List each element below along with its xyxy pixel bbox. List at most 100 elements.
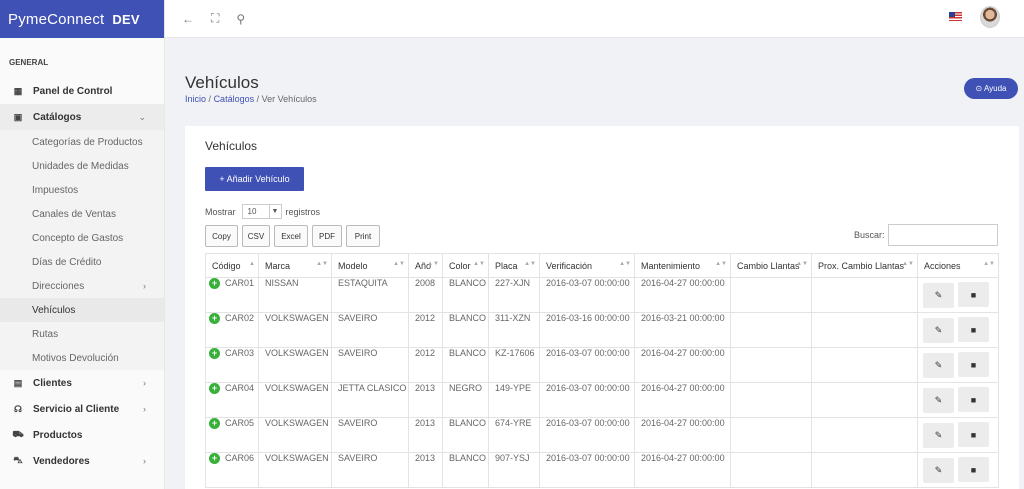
table-row[interactable]: + CAR03 VOLKSWAGEN SAVEIRO 2012 BLANCO KZ-1760… xyxy=(205,347,999,383)
expand-row-icon[interactable]: + xyxy=(209,313,220,325)
sidebar-subitem-vehiculos[interactable]: Vehículos xyxy=(0,298,164,322)
back-arrow-icon[interactable]: ← xyxy=(182,12,194,26)
table-cell: BLANCO xyxy=(442,277,489,313)
column-header[interactable]: Año ▲▼ xyxy=(408,253,443,278)
copy-button[interactable]: Copy xyxy=(205,225,238,247)
table-row[interactable]: + CAR01 NISSAN ESTAQUITA 2008 BLANCO 227-XJN 20… xyxy=(205,277,999,313)
actions-cell: ✎ ■ xyxy=(917,452,999,488)
cell-codigo: + CAR01 xyxy=(205,277,259,313)
trash-icon[interactable]: ■ xyxy=(958,317,989,343)
sidebar-item-catalogos[interactable]: ▣ Catálogos ⌄ xyxy=(0,104,164,130)
column-header[interactable]: Modelo ▲▼ xyxy=(331,253,409,278)
sort-icon: ▲ xyxy=(249,261,255,267)
column-header[interactable]: Prox. Cambio Llantas ▲▼ xyxy=(811,253,918,278)
search-input[interactable] xyxy=(888,224,998,246)
trash-icon[interactable]: ■ xyxy=(958,282,989,308)
cell-codigo: + CAR02 xyxy=(205,312,259,348)
sidebar-item-label: Catálogos xyxy=(33,111,82,123)
edit-icon[interactable]: ✎ xyxy=(923,282,954,308)
column-header[interactable]: Verificación ▲▼ xyxy=(539,253,635,278)
vehicles-card: Vehículos + Añadir Vehículo Mostrar 10 ▼… xyxy=(185,126,1019,489)
sidebar-subitem-direcciones[interactable]: Direcciones › xyxy=(0,274,164,298)
table-cell: SAVEIRO xyxy=(331,452,409,488)
table-row[interactable]: + CAR06 VOLKSWAGEN SAVEIRO 2013 BLANCO 907-YSJ… xyxy=(205,452,999,488)
table-cell xyxy=(730,277,812,313)
table-cell: 2013 xyxy=(408,452,443,488)
sidebar-subitem-rutas[interactable]: Rutas xyxy=(0,322,164,346)
table-row[interactable]: + CAR04 VOLKSWAGEN JETTA CLASICO 2013 NEGRO 14… xyxy=(205,382,999,418)
cell-text: CAR05 xyxy=(225,418,255,429)
search-icon[interactable]: ⚲ xyxy=(236,12,245,26)
table-cell: BLANCO xyxy=(442,417,489,453)
excel-button[interactable]: Excel xyxy=(274,225,308,247)
edit-icon[interactable]: ✎ xyxy=(923,422,954,448)
table-row[interactable]: + CAR05 VOLKSWAGEN SAVEIRO 2013 BLANCO 674-YRE… xyxy=(205,417,999,453)
vehicles-table: Código ▲ Marca ▲▼ Modelo ▲▼ Año ▲▼ Color ▲▼ P… xyxy=(205,253,999,488)
chevron-down-icon: ▼ xyxy=(268,205,281,218)
table-row[interactable]: + CAR02 VOLKSWAGEN SAVEIRO 2012 BLANCO 311-XZN… xyxy=(205,312,999,348)
column-header[interactable]: Acciones ▲▼ xyxy=(917,253,999,278)
trash-icon[interactable]: ■ xyxy=(958,352,989,378)
avatar[interactable] xyxy=(980,6,1000,28)
table-cell: 2016-04-27 00:00:00 xyxy=(634,347,731,383)
app-logo[interactable]: PymeConnect DEV xyxy=(0,0,164,38)
table-cell xyxy=(730,382,812,418)
expand-row-icon[interactable]: + xyxy=(209,348,220,360)
table-cell: VOLKSWAGEN xyxy=(258,312,332,348)
trash-icon[interactable]: ■ xyxy=(958,422,989,448)
column-header[interactable]: Marca ▲▼ xyxy=(258,253,332,278)
sidebar-subitem-motivos[interactable]: Motivos Devolución xyxy=(0,346,164,370)
table-cell: VOLKSWAGEN xyxy=(258,452,332,488)
print-button[interactable]: Print xyxy=(346,225,380,247)
expand-row-icon[interactable]: + xyxy=(209,418,220,430)
table-cell: JETTA CLASICO xyxy=(331,382,409,418)
table-cell: VOLKSWAGEN xyxy=(258,347,332,383)
column-header[interactable]: Color ▲▼ xyxy=(442,253,489,278)
table-cell xyxy=(730,452,812,488)
edit-icon[interactable]: ✎ xyxy=(923,387,954,413)
sidebar-subitem-unidades[interactable]: Unidades de Medidas xyxy=(0,154,164,178)
sidebar-item-productos[interactable]: ⛟ Productos xyxy=(0,422,164,448)
sidebar-item-panel-de-control[interactable]: ▦ Panel de Control xyxy=(0,78,164,104)
cell-codigo: + CAR03 xyxy=(205,347,259,383)
fullscreen-icon[interactable]: ⛶ xyxy=(211,11,219,26)
catalogos-submenu: Categorías de Productos Unidades de Medi… xyxy=(0,130,164,370)
sidebar-item-vendedores[interactable]: ⛍ Vendedores › xyxy=(0,448,164,474)
column-header[interactable]: Cambio Llantas ▲▼ xyxy=(730,253,812,278)
help-button[interactable]: ⊙ Ayuda xyxy=(964,78,1018,99)
expand-row-icon[interactable]: + xyxy=(209,278,220,290)
sidebar-item-label: Servicio al Cliente xyxy=(33,403,120,415)
breadcrumb-inicio[interactable]: Inicio xyxy=(185,94,206,104)
sidebar-subitem-categorias[interactable]: Categorías de Productos xyxy=(0,130,164,154)
table-cell: 674-YRE xyxy=(488,417,540,453)
pdf-button[interactable]: PDF xyxy=(312,225,342,247)
us-flag-icon[interactable] xyxy=(949,12,962,21)
sidebar-subitem-gastos[interactable]: Concepto de Gastos xyxy=(0,226,164,250)
edit-icon[interactable]: ✎ xyxy=(923,352,954,378)
column-header[interactable]: Código ▲ xyxy=(205,253,259,278)
table-cell: VOLKSWAGEN xyxy=(258,417,332,453)
edit-icon[interactable]: ✎ xyxy=(923,457,954,483)
edit-icon[interactable]: ✎ xyxy=(923,317,954,343)
page-length-select[interactable]: 10 ▼ xyxy=(241,204,282,219)
sidebar-item-clientes[interactable]: ▤ Clientes › xyxy=(0,370,164,396)
sidebar: PymeConnect DEV GENERAL ▦ Panel de Contr… xyxy=(0,0,165,489)
column-header[interactable]: Mantenimiento ▲▼ xyxy=(634,253,731,278)
breadcrumb-catalogos[interactable]: Catálogos xyxy=(214,94,255,104)
sidebar-subitem-canales[interactable]: Canales de Ventas xyxy=(0,202,164,226)
expand-row-icon[interactable]: + xyxy=(209,383,220,395)
column-header[interactable]: Placa ▲▼ xyxy=(488,253,540,278)
sidebar-subitem-impuestos[interactable]: Impuestos xyxy=(0,178,164,202)
cell-text: CAR03 xyxy=(225,348,255,359)
sidebar-subitem-credito[interactable]: Días de Crédito xyxy=(0,250,164,274)
trash-icon[interactable]: ■ xyxy=(958,387,989,413)
trash-icon[interactable]: ■ xyxy=(958,457,989,483)
table-cell: 2008 xyxy=(408,277,443,313)
sidebar-item-servicio[interactable]: ☊ Servicio al Cliente › xyxy=(0,396,164,422)
csv-button[interactable]: CSV xyxy=(242,225,270,247)
table-cell: NISSAN xyxy=(258,277,332,313)
expand-row-icon[interactable]: + xyxy=(209,453,220,465)
table-cell: 2016-03-07 00:00:00 xyxy=(539,452,635,488)
table-cell xyxy=(811,277,918,313)
add-vehicle-button[interactable]: + Añadir Vehículo xyxy=(205,167,304,191)
